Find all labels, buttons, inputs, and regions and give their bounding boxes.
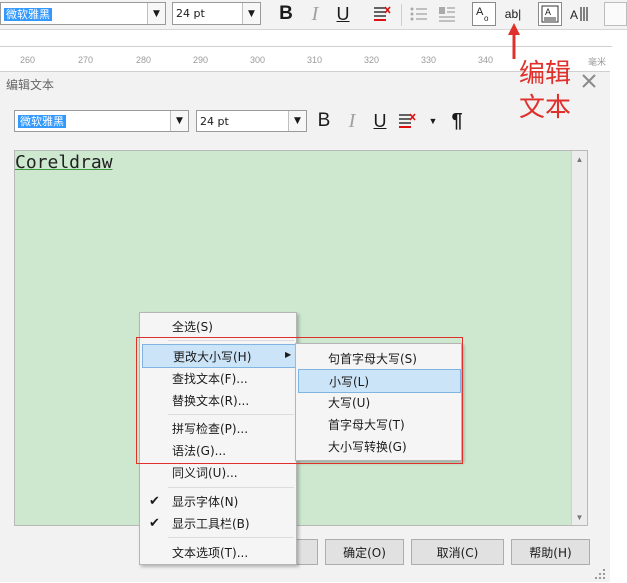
hidden-button[interactable]: [296, 539, 318, 565]
menu-item-label: 全选(S): [172, 319, 213, 334]
main-toolbar: 微软雅黑 ▼ 24 pt ▼ B I U Ao ab| A A: [0, 0, 627, 30]
menu-item-show-toolbar[interactable]: ✔ 显示工具栏(B): [140, 512, 296, 534]
menu-item-label: 显示工具栏(B): [172, 516, 250, 531]
caret-down-icon[interactable]: ▼: [426, 110, 440, 132]
ruler-tick: 260: [20, 55, 36, 65]
menu-item-label: 显示字体(N): [172, 494, 239, 509]
dialog-font-name-combo[interactable]: 微软雅黑 ▼: [14, 110, 189, 132]
dialog-title: 编辑文本: [6, 78, 55, 92]
chevron-down-icon[interactable]: ▼: [242, 3, 260, 24]
dialog-bold-button[interactable]: B: [313, 110, 335, 132]
scroll-up-icon[interactable]: ▲: [572, 152, 587, 166]
strikethrough-icon[interactable]: [370, 3, 394, 25]
underline-button[interactable]: U: [332, 3, 354, 25]
close-icon[interactable]: [580, 72, 598, 90]
bullet-list-icon[interactable]: [408, 3, 430, 25]
ruler-tick: 300: [250, 55, 266, 65]
chevron-down-icon[interactable]: ▼: [288, 111, 306, 131]
menu-item-thesaurus[interactable]: 同义词(U)...: [140, 461, 296, 483]
ruler-tick: 290: [193, 55, 209, 65]
menu-separator: [168, 537, 294, 538]
character-format-icon[interactable]: Ao: [472, 2, 496, 26]
toolbar-divider: [401, 4, 402, 26]
svg-text:A: A: [545, 7, 551, 17]
menu-item-label: 同义词(U)...: [172, 465, 238, 480]
menu-item-show-font[interactable]: ✔ 显示字体(N): [140, 490, 296, 512]
checkmark-icon: ✔: [149, 493, 160, 509]
ruler-unit: 毫米: [588, 57, 607, 67]
font-name-combo[interactable]: 微软雅黑 ▼: [0, 2, 166, 25]
annotation-line-2: 文本: [519, 93, 572, 123]
dialog-strikethrough-icon[interactable]: [396, 110, 418, 132]
menu-item-select-all[interactable]: 全选(S): [140, 315, 296, 337]
menu-item-label: 文本选项(T)...: [172, 545, 249, 560]
font-size-value: 24 pt: [176, 7, 205, 20]
svg-text:o: o: [484, 14, 489, 23]
help-button[interactable]: 帮助(H): [511, 539, 590, 565]
chevron-down-icon[interactable]: ▼: [170, 111, 188, 131]
ruler-tick: 310: [307, 55, 323, 65]
annotation-arrow-icon: [507, 22, 521, 60]
menu-item-text-options[interactable]: 文本选项(T)...: [140, 541, 296, 563]
dialog-italic-button[interactable]: I: [341, 110, 363, 132]
drop-cap-icon[interactable]: [436, 3, 458, 25]
dialog-font-size-value: 24 pt: [200, 114, 229, 128]
vertical-scrollbar[interactable]: [571, 151, 587, 525]
font-name-value: 微软雅黑: [4, 7, 52, 21]
chevron-down-icon[interactable]: ▼: [147, 3, 165, 24]
svg-text:A: A: [476, 6, 484, 18]
toolbar-edge: [604, 2, 627, 26]
vertical-text-icon[interactable]: A: [568, 3, 590, 25]
font-size-combo[interactable]: 24 pt ▼: [172, 2, 261, 25]
ruler-tick: 280: [136, 55, 152, 65]
ruler-tick: 340: [478, 55, 494, 65]
checkmark-icon: ✔: [149, 515, 160, 531]
italic-button[interactable]: I: [304, 3, 326, 25]
svg-text:A: A: [570, 8, 578, 22]
ruler-tick: 330: [421, 55, 437, 65]
annotation-line-1: 编辑: [519, 59, 572, 89]
ruler-tick: 320: [364, 55, 380, 65]
highlight-box: [136, 337, 463, 464]
ok-button[interactable]: 确定(O): [325, 539, 404, 565]
menu-separator: [168, 487, 294, 488]
dialog-underline-button[interactable]: U: [369, 110, 391, 132]
pilcrow-icon[interactable]: ¶: [446, 109, 468, 133]
dialog-font-name-value: 微软雅黑: [18, 115, 66, 128]
text-frame-icon[interactable]: A: [538, 2, 562, 26]
resize-grip-icon[interactable]: [594, 568, 606, 580]
edit-text-content[interactable]: Coreldraw: [15, 152, 113, 173]
scroll-down-icon[interactable]: ▼: [572, 510, 587, 524]
dialog-font-size-combo[interactable]: 24 pt ▼: [196, 110, 307, 132]
bold-button[interactable]: B: [274, 3, 298, 25]
cancel-button[interactable]: 取消(C): [411, 539, 504, 565]
ruler-tick: 270: [78, 55, 94, 65]
